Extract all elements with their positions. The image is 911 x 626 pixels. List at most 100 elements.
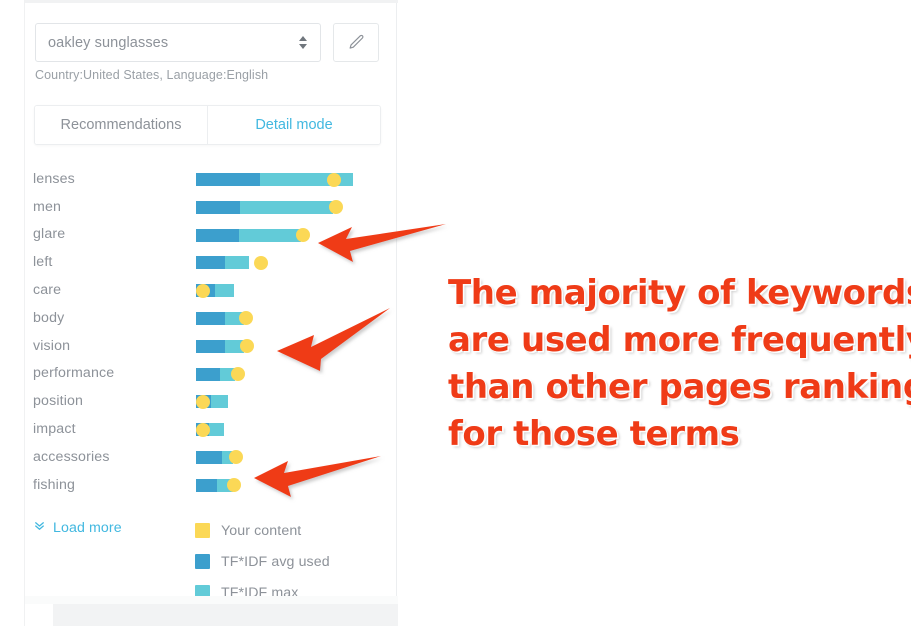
your-content-marker [240,339,255,354]
annotation-line: The majority of keywords [448,273,911,313]
bar-segment-tfidf-max [209,423,224,437]
bar-segment-tfidf-max [239,200,333,214]
bar-segment-tfidf-avg [196,173,260,186]
chart-row-label: performance [33,365,115,382]
keyword-select-row: oakley sunglasses [35,23,387,63]
chart-row[interactable]: men [25,193,398,221]
bar-segment-tfidf-max [211,395,229,409]
chart-legend: Your content TF*IDF avg used TF*IDF max [195,515,330,608]
chart-row[interactable]: body [25,304,398,332]
chart-row-bar [196,193,396,221]
stacked-bar [196,311,245,325]
your-content-marker [196,422,210,437]
pencil-icon [347,33,366,52]
chart-row-bar [196,276,396,304]
tab-recommendations[interactable]: Recommendations [35,106,207,144]
legend-item[interactable]: TF*IDF avg used [195,546,330,577]
your-content-marker [227,478,241,493]
stacked-bar [196,228,302,242]
country-language-meta: Country:United States, Language:English [35,68,269,82]
chart-row-label: accessories [33,448,110,465]
tab-detail-mode-label: Detail mode [255,117,333,133]
your-content-marker [196,394,210,409]
stacked-bar [196,367,235,381]
edit-keyword-button[interactable] [333,23,379,62]
bar-segment-tfidf-avg [196,478,217,492]
chart-row[interactable]: lenses [25,165,398,193]
chart-row-bar [196,332,396,360]
chart-row-label: impact [33,421,76,438]
chart-row[interactable]: glare [25,221,398,249]
your-content-marker [328,200,343,215]
chart-row-bar [196,165,396,193]
legend-swatch-icon [195,554,210,569]
load-more-label: Load more [53,520,122,536]
legend-label: TF*IDF avg used [221,553,330,570]
load-more-button[interactable]: Load more [33,519,122,537]
your-content-marker [253,255,268,270]
legend-item[interactable]: Your content [195,515,330,546]
bar-segment-tfidf-avg [196,367,220,381]
chart-row-bar [196,443,396,471]
annotation-line: are used more frequently [448,320,911,360]
chart-row-bar [196,221,396,249]
stacked-bar [196,200,333,214]
legend-swatch-icon [195,523,210,538]
chart-row-bar [196,387,396,415]
annotation-callout-text: The majority of keywords are used more fr… [448,270,911,458]
bar-segment-tfidf-avg [196,256,226,270]
chart-row[interactable]: care [25,276,398,304]
bar-segment-tfidf-avg [196,200,240,214]
bar-segment-tfidf-max [215,284,234,298]
your-content-marker [228,450,243,465]
chart-row-label: glare [33,226,66,243]
bar-segment-tfidf-avg [196,228,239,242]
tfidf-bar-chart: lenses men glare left care body vision performa… [25,165,398,499]
tfidf-panel: oakley sunglasses Country:United States,… [24,0,398,626]
your-content-marker [196,283,210,298]
chart-row[interactable]: fishing [25,471,398,499]
chart-row[interactable]: left [25,248,398,276]
your-content-marker [296,228,311,243]
screenshot-root: oakley sunglasses Country:United States,… [0,0,911,626]
chart-row-label: left [33,254,53,271]
panel-bottom-shade [25,596,398,604]
bar-segment-tfidf-avg [196,450,222,464]
chart-row-bar [196,415,396,443]
bar-segment-tfidf-avg [196,339,225,353]
chart-row-label: vision [33,337,71,354]
bar-segment-tfidf-max [225,256,250,270]
chart-row-bar [196,360,396,388]
updown-spinner-icon[interactable] [298,36,308,49]
chart-row-label: men [33,198,62,215]
chart-row[interactable]: accessories [25,443,398,471]
chart-row-label: position [33,393,84,410]
chart-row[interactable]: position [25,387,398,415]
legend-label: Your content [221,522,302,539]
keyword-select-value: oakley sunglasses [48,34,169,51]
your-content-marker [230,367,245,382]
keyword-select[interactable]: oakley sunglasses [35,23,321,62]
chart-row-label: fishing [33,476,76,493]
your-content-marker [239,311,254,326]
stacked-bar [196,450,234,464]
chart-row-bar [196,471,396,499]
annotation-line: for those terms [448,414,740,454]
chart-row-label: lenses [33,170,75,187]
chart-row-bar [196,248,396,276]
chart-row[interactable]: vision [25,332,398,360]
your-content-marker [326,172,341,187]
chart-row-bar [196,304,396,332]
mode-tabs: Recommendations Detail mode [34,105,381,145]
chart-row[interactable]: impact [25,415,398,443]
annotation-line: than other pages ranking [448,367,911,407]
chart-row-label: body [33,309,65,326]
bar-segment-tfidf-avg [196,311,225,325]
double-chevron-down-icon [33,519,46,537]
tab-recommendations-label: Recommendations [60,117,182,133]
tab-detail-mode[interactable]: Detail mode [207,106,380,144]
bar-segment-tfidf-max [238,228,302,242]
panel-bottom-bar [53,604,398,626]
panel-top-divider [25,0,398,3]
chart-row[interactable]: performance [25,360,398,388]
